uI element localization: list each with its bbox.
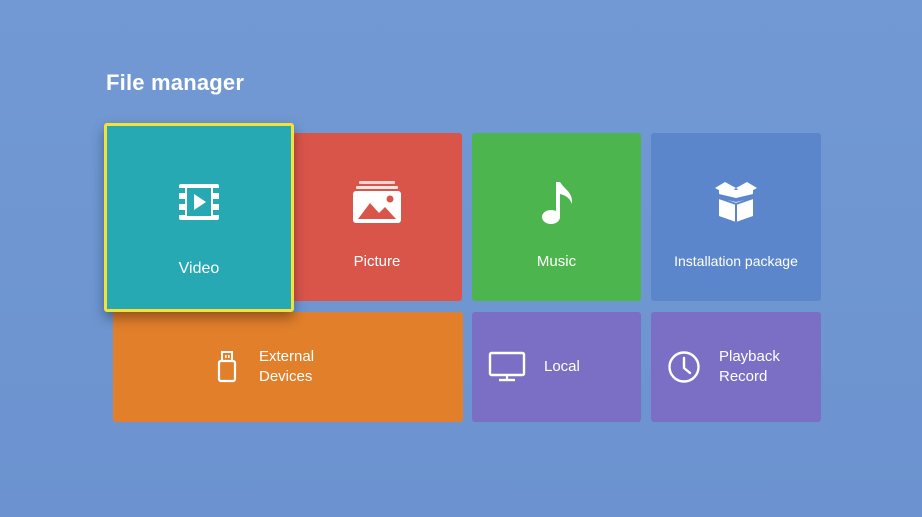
- tile-external-devices[interactable]: External Devices: [113, 312, 463, 422]
- tile-external-devices-label-line2: Devices: [259, 368, 313, 385]
- monitor-icon: [488, 351, 526, 383]
- tile-playback-record-label-line1: Playback: [719, 348, 780, 365]
- tile-video[interactable]: Video: [104, 123, 294, 312]
- music-note-icon: [537, 180, 577, 231]
- tile-picture[interactable]: Picture: [292, 133, 462, 301]
- tile-local-label: Local: [544, 358, 580, 375]
- tile-music-label: Music: [536, 253, 577, 270]
- tile-playback-record-content: Playback Record: [667, 312, 780, 422]
- tile-external-devices-label: External Devices: [259, 347, 314, 387]
- tile-playback-record-label: Playback Record: [719, 347, 780, 387]
- clock-icon: [667, 350, 701, 384]
- page-title: File manager: [106, 70, 245, 95]
- tile-music[interactable]: Music: [472, 133, 641, 301]
- tile-playback-record-label-line2: Record: [719, 368, 768, 385]
- tile-external-devices-label-line1: External: [259, 348, 315, 365]
- package-box-icon: [713, 180, 759, 229]
- video-icon: [177, 182, 221, 227]
- picture-icon: [351, 180, 403, 229]
- tile-video-label: Video: [178, 260, 220, 277]
- tile-picture-label: Picture: [353, 253, 401, 270]
- tile-playback-record[interactable]: Playback Record: [651, 312, 821, 422]
- usb-drive-icon: [217, 351, 237, 383]
- tile-local-content: Local: [488, 312, 580, 422]
- tile-installation-package-label: Installation package: [674, 253, 798, 269]
- tile-installation-package[interactable]: Installation package: [651, 133, 821, 301]
- tile-external-devices-content: External Devices: [217, 312, 314, 422]
- file-manager-screen: File manager Video Picture Music Install…: [0, 0, 922, 517]
- tile-local[interactable]: Local: [472, 312, 641, 422]
